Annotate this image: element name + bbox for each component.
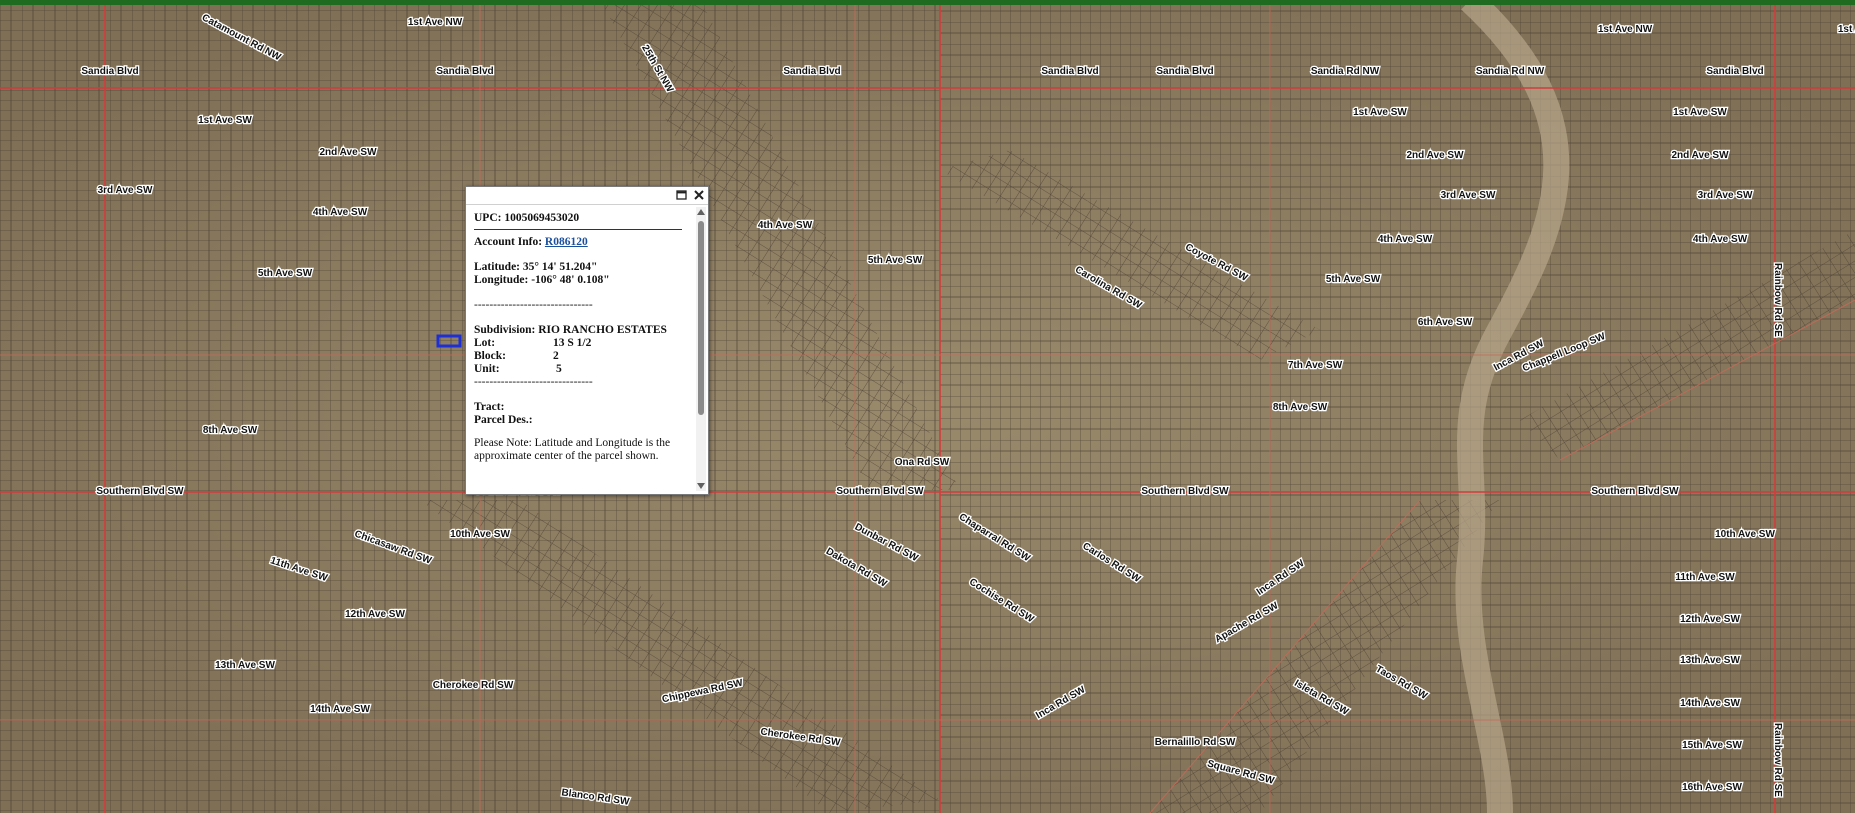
scroll-down-icon[interactable]	[697, 483, 705, 489]
street-label: Southern Blvd SW	[836, 486, 924, 497]
longitude-label: Longitude:	[474, 274, 529, 286]
subdivision-row: Subdivision: RIO RANCHO ESTATES	[474, 324, 682, 337]
street-label: Cherokee Rd SW	[433, 680, 514, 691]
street-label: Rainbow Rd SE	[1772, 263, 1783, 337]
street-label: 5th Ave SW	[868, 255, 923, 266]
unit-row: Unit: 5	[474, 363, 682, 376]
street-label: 1st Ave NW	[1838, 24, 1855, 35]
street-label: 6th Ave SW	[1418, 317, 1473, 328]
street-label: 14th Ave SW	[310, 704, 370, 715]
subdivision-label: Subdivision:	[474, 324, 536, 336]
popup-titlebar[interactable]	[466, 187, 708, 205]
divider	[474, 229, 682, 230]
parcel-info-popup[interactable]: UPC: 1005069453020 Account Info: R086120…	[465, 186, 709, 495]
popup-scrollbar[interactable]	[696, 207, 706, 491]
tract-label: Tract:	[474, 401, 505, 413]
street-label: 3rd Ave SW	[1441, 190, 1496, 201]
street-label: 4th Ave SW	[758, 220, 813, 231]
street-label: 3rd Ave SW	[98, 185, 153, 196]
street-label: 4th Ave SW	[313, 207, 368, 218]
street-label: 3rd Ave SW	[1698, 190, 1753, 201]
street-label: 16th Ave SW	[1682, 782, 1742, 793]
street-label: Sandia Blvd	[1706, 66, 1763, 77]
subdivision-value: RIO RANCHO ESTATES	[538, 324, 667, 336]
account-row: Account Info: R086120	[474, 236, 682, 249]
street-label: 12th Ave SW	[1680, 614, 1740, 625]
street-label: 7th Ave SW	[1288, 360, 1343, 371]
latitude-label: Latitude:	[474, 261, 520, 273]
street-label: 1st Ave SW	[198, 115, 252, 126]
street-label: 14th Ave SW	[1680, 698, 1740, 709]
street-label: 12th Ave SW	[345, 609, 405, 620]
upc-label: UPC:	[474, 212, 502, 224]
street-label: Southern Blvd SW	[96, 486, 184, 497]
street-label: 15th Ave SW	[1682, 740, 1742, 751]
street-label: Sandia Rd NW	[1311, 66, 1380, 77]
street-label: 8th Ave SW	[1273, 402, 1328, 413]
account-label: Account Info:	[474, 236, 543, 248]
scroll-up-icon[interactable]	[697, 209, 705, 215]
street-label: Ona Rd SW	[895, 457, 950, 468]
street-label: Sandia Blvd	[81, 66, 138, 77]
street-label: 10th Ave SW	[450, 529, 510, 540]
street-label: Sandia Blvd	[1156, 66, 1213, 77]
street-label: Southern Blvd SW	[1141, 486, 1229, 497]
street-label: 2nd Ave SW	[1406, 150, 1464, 161]
maximize-icon[interactable]	[675, 188, 689, 202]
latitude-row: Latitude: 35° 14' 51.204"	[474, 261, 682, 274]
close-icon[interactable]	[692, 188, 706, 202]
street-label: Sandia Rd NW	[1476, 66, 1545, 77]
street-label: 5th Ave SW	[1326, 274, 1381, 285]
map-area[interactable]: Catamount Rd NW 1st Ave NW Sandia Blvd Sand…	[0, 0, 1855, 813]
note-text: Please Note: Latitude and Longitude is t…	[474, 437, 671, 462]
street-label: 1st Ave SW	[1673, 107, 1727, 118]
street-label: 8th Ave SW	[203, 425, 258, 436]
block-value: 2	[553, 350, 559, 362]
block-row: Block: 2	[474, 350, 682, 363]
parcel-map[interactable]: Catamount Rd NW 1st Ave NWSandia Blvd Sand…	[0, 0, 1855, 813]
street-label: 11th Ave SW	[1675, 572, 1735, 583]
top-border	[0, 0, 1855, 5]
lot-label: Lot:	[474, 337, 496, 349]
unit-label: Unit:	[474, 363, 500, 375]
separator-dashes-2: -------------------------------	[474, 376, 593, 388]
street-label: 5th Ave SW	[258, 268, 313, 279]
street-label: 13th Ave SW	[1680, 655, 1740, 666]
street-label: 1st Ave SW	[1353, 107, 1407, 118]
scroll-thumb[interactable]	[698, 221, 704, 415]
street-label: Bernalillo Rd SW	[1155, 737, 1236, 748]
account-link[interactable]: R086120	[545, 236, 588, 248]
street-label: 4th Ave SW	[1693, 234, 1748, 245]
upc-row: UPC: 1005069453020	[474, 212, 682, 225]
street-label: 10th Ave SW	[1715, 529, 1775, 540]
street-label: Sandia Blvd	[1041, 66, 1098, 77]
lot-value: 13 S 1/2	[553, 337, 592, 349]
unit-value: 5	[556, 363, 562, 375]
street-label: 4th Ave SW	[1378, 234, 1433, 245]
street-label: 1st Ave NW	[408, 17, 463, 28]
separator-dashes: -------------------------------	[474, 299, 593, 311]
parcel-desc-label: Parcel Des.:	[474, 414, 533, 426]
street-label: Sandia Blvd	[436, 66, 493, 77]
street-label: 2nd Ave SW	[1671, 150, 1729, 161]
street-label: 1st Ave NW	[1598, 24, 1653, 35]
street-label: 13th Ave SW	[215, 660, 275, 671]
upc-value: 1005069453020	[504, 212, 580, 224]
popup-content: UPC: 1005069453020 Account Info: R086120…	[474, 212, 682, 489]
street-label: Rainbow Rd SE	[1772, 723, 1783, 797]
longitude-row: Longitude: -106° 48' 0.108"	[474, 274, 682, 287]
street-label: Sandia Blvd	[783, 66, 840, 77]
lot-row: Lot: 13 S 1/2	[474, 337, 682, 350]
latitude-value: 35° 14' 51.204"	[522, 261, 598, 273]
street-label: Southern Blvd SW	[1591, 486, 1679, 497]
block-label: Block:	[474, 350, 506, 362]
street-label: 2nd Ave SW	[319, 147, 377, 158]
longitude-value: -106° 48' 0.108"	[531, 274, 610, 286]
